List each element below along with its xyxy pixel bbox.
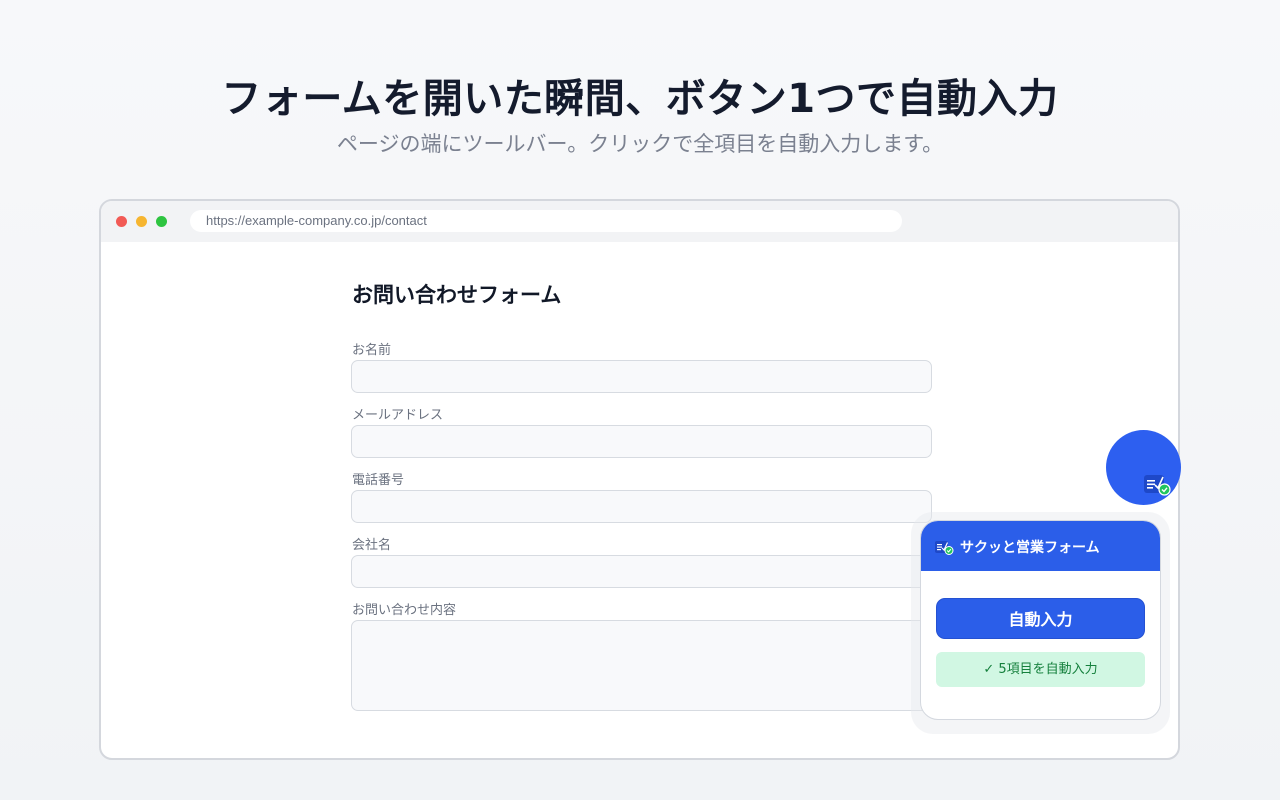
inquiry-textarea[interactable] (351, 620, 932, 711)
extension-panel: サクッと営業フォーム 自動入力 ✓ 5項目を自動入力 (920, 520, 1161, 720)
status-badge: ✓ 5項目を自動入力 (936, 652, 1145, 687)
hero-headline: フォームを開いた瞬間、ボタン1つで自動入力 (221, 76, 1059, 122)
form-title: お問い合わせフォーム (352, 283, 562, 307)
name-label: お名前 (352, 343, 392, 358)
phone-label: 電話番号 (352, 473, 405, 488)
browser-toolbar: https://example-company.co.jp/contact (101, 201, 1178, 242)
maximize-window-dot[interactable] (156, 216, 167, 227)
panel-title: サクッと営業フォーム (960, 540, 1100, 556)
autofill-button[interactable]: 自動入力 (936, 598, 1145, 639)
hero-subline: ページの端にツールバー。クリックで全項目を自動入力します。 (336, 132, 944, 156)
form-check-icon (1144, 475, 1171, 496)
email-label: メールアドレス (352, 408, 444, 423)
phone-field[interactable] (351, 490, 932, 523)
close-window-dot[interactable] (116, 216, 127, 227)
company-field[interactable] (351, 555, 932, 588)
email-field[interactable] (351, 425, 932, 458)
address-bar[interactable]: https://example-company.co.jp/contact (190, 210, 902, 232)
minimize-window-dot[interactable] (136, 216, 147, 227)
name-field[interactable] (351, 360, 932, 393)
form-check-icon (935, 541, 954, 555)
inquiry-label: お問い合わせ内容 (352, 603, 457, 618)
panel-header: サクッと営業フォーム (921, 521, 1160, 571)
company-label: 会社名 (352, 538, 392, 553)
